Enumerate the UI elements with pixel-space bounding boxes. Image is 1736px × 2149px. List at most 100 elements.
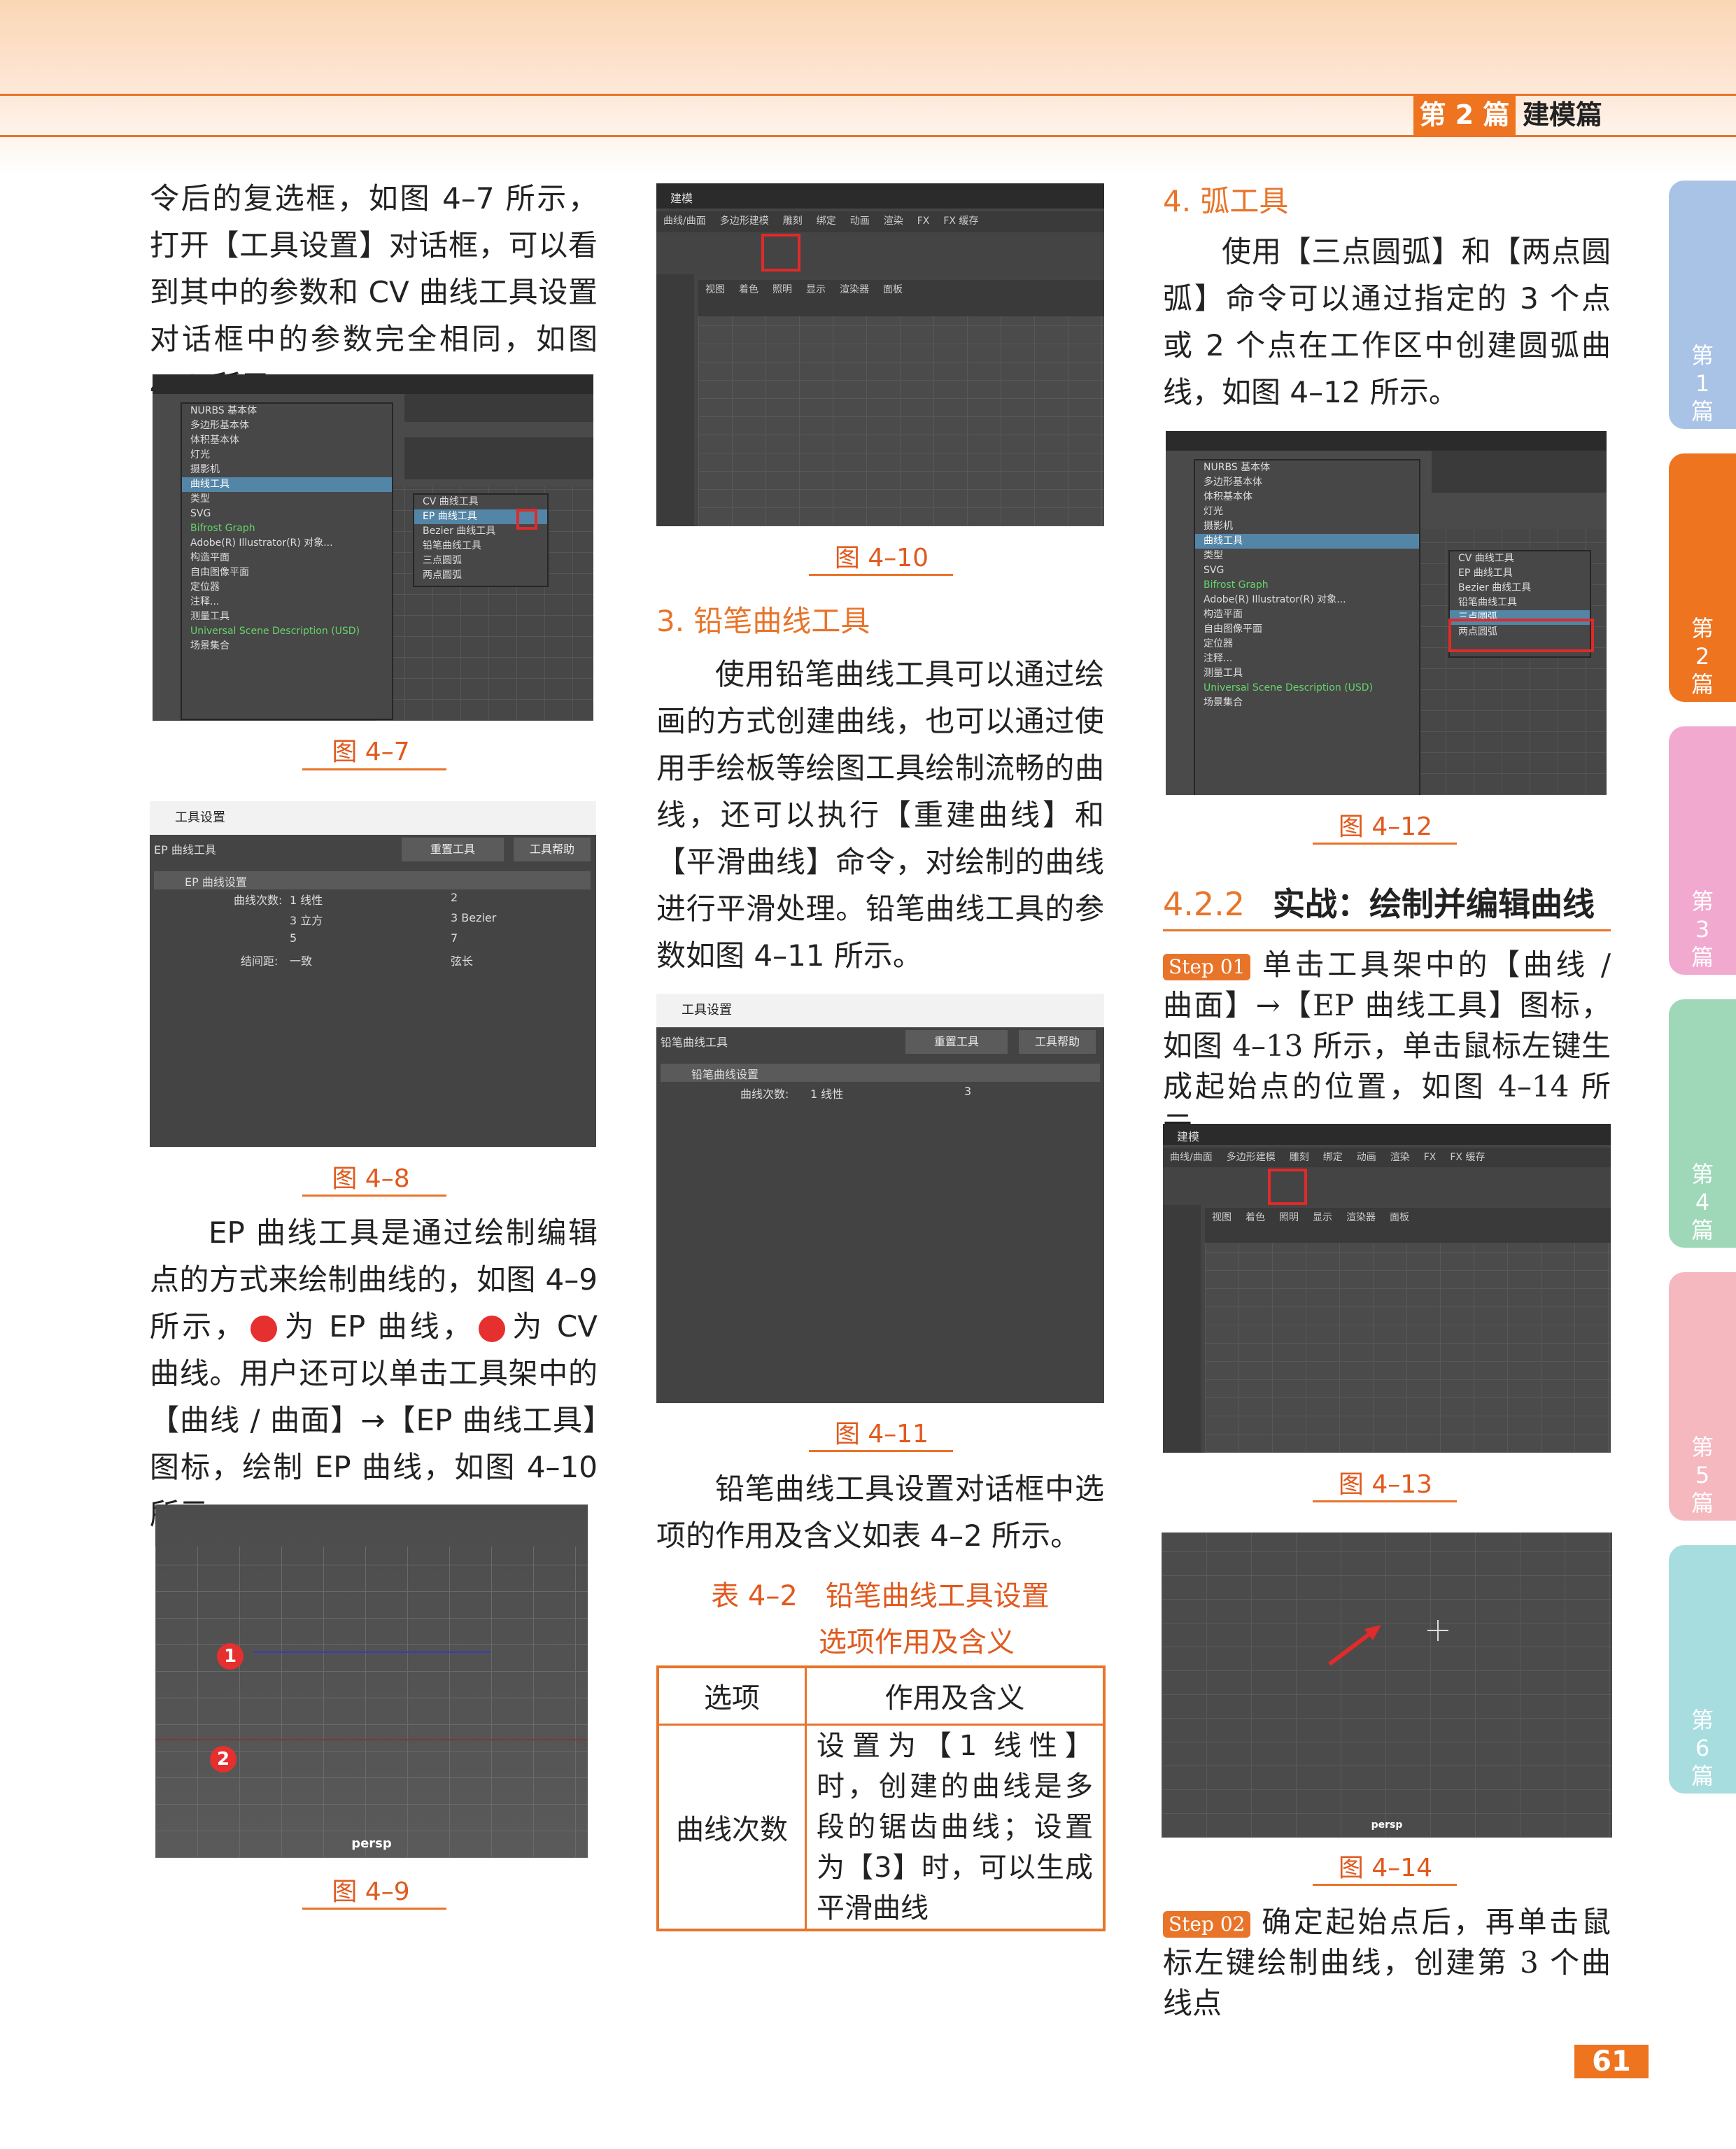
menu-item[interactable]: CV 曲线工具 xyxy=(1450,551,1590,566)
tool-help-button[interactable]: 工具帮助 xyxy=(514,838,591,861)
shelf-tab-8[interactable]: FX 缓存 xyxy=(1450,1152,1485,1163)
menu-item[interactable]: 场景集合 xyxy=(182,639,392,654)
menu-item[interactable]: 类型 xyxy=(1195,549,1419,563)
view-menu-item-6[interactable]: 面板 xyxy=(1390,1212,1409,1223)
tool-help-button-2[interactable]: 工具帮助 xyxy=(1019,1030,1096,1054)
menu-item[interactable]: 摄影机 xyxy=(1195,519,1419,534)
shelf-tab-1[interactable]: 曲线/曲面 xyxy=(663,216,706,227)
menu-item[interactable]: NURBS 基本体 xyxy=(1195,460,1419,475)
menu-item[interactable]: 测量工具 xyxy=(1195,666,1419,681)
shelf-tab-4[interactable]: 绑定 xyxy=(817,216,836,227)
options-table: 选项 作用及含义 曲线次数 设置为【1 线性】时，创建的曲线是多段的锯齿曲线；设… xyxy=(656,1665,1106,1931)
menu-item[interactable]: Universal Scene Description (USD) xyxy=(182,624,392,639)
figure-4-13: 建模 曲线/曲面 多边形建模 雕刻 绑定 动画 渲染 FX FX 缓存 视图 着色 照明 显示 渲染器… xyxy=(1163,1124,1611,1453)
menu-item[interactable]: 体积基本体 xyxy=(1195,490,1419,505)
step2-wrap: Step 02 确定起始点后，再单击鼠标左键绘制曲线，创建第 3 个曲线点 xyxy=(1163,1902,1611,2024)
shelf-tab-2[interactable]: 多边形建模 xyxy=(1227,1152,1276,1163)
view-menu-item-1[interactable]: 视图 xyxy=(1212,1212,1232,1223)
menu-item[interactable]: SVG xyxy=(1195,563,1419,578)
view-menu-item-3[interactable]: 照明 xyxy=(1279,1212,1299,1223)
menu-item[interactable]: NURBS 基本体 xyxy=(182,404,392,418)
degree-option-3[interactable]: 3 立方 xyxy=(290,911,323,928)
knot-option-2[interactable]: 弦长 xyxy=(451,952,473,968)
menu-item[interactable]: 定位器 xyxy=(182,580,392,595)
reset-tool-button-2[interactable]: 重置工具 xyxy=(905,1030,1008,1054)
col2-para2-wrap: 铅笔曲线工具设置对话框中选项的作用及含义如表 4–2 所示。 xyxy=(656,1465,1104,1559)
view-menu-item-4[interactable]: 显示 xyxy=(1313,1212,1332,1223)
menu-item[interactable]: Universal Scene Description (USD) xyxy=(1195,681,1419,696)
menu-item[interactable]: 多边形基本体 xyxy=(182,418,392,433)
menu-item[interactable]: Bezier 曲线工具 xyxy=(1450,581,1590,596)
degree-option-2[interactable]: 2 xyxy=(451,891,458,904)
menu-item[interactable]: 定位器 xyxy=(1195,637,1419,651)
view-menu-item-2[interactable]: 着色 xyxy=(1245,1212,1265,1223)
shelf-tab-7[interactable]: FX xyxy=(1424,1152,1437,1163)
table-cell-meaning: 设置为【1 线性】时，创建的曲线是多段的锯齿曲线；设置为【3】时，可以生成平滑曲… xyxy=(805,1723,1106,1931)
view-menu-item-5[interactable]: 渲染器 xyxy=(840,284,869,295)
menu-item[interactable]: 灯光 xyxy=(1195,505,1419,519)
shelf-tab-6[interactable]: 渲染 xyxy=(884,216,903,227)
side-tab-5: 第 5 篇 xyxy=(1669,1272,1736,1521)
reset-tool-button[interactable]: 重置工具 xyxy=(402,838,504,861)
knot-option-1[interactable]: 一致 xyxy=(290,952,312,968)
menu-item[interactable]: EP 曲线工具 xyxy=(1450,566,1590,581)
view-menu-item-6[interactable]: 面板 xyxy=(883,284,903,295)
shelf-tab-4[interactable]: 绑定 xyxy=(1323,1152,1343,1163)
step2: Step 02 确定起始点后，再单击鼠标左键绘制曲线，创建第 3 个曲线点 xyxy=(1163,1902,1611,2024)
menu-item[interactable]: CV 曲线工具 xyxy=(414,495,547,509)
shelf-tab-1[interactable]: 曲线/曲面 xyxy=(1170,1152,1213,1163)
menu-item[interactable]: Bifrost Graph xyxy=(1195,578,1419,593)
menu-item[interactable]: 铅笔曲线工具 xyxy=(1450,596,1590,610)
menu-item[interactable]: Bifrost Graph xyxy=(182,521,392,536)
shelf-tab-8[interactable]: FX 缓存 xyxy=(943,216,978,227)
shelf-tab-5[interactable]: 动画 xyxy=(1357,1152,1376,1163)
shelf-tab-7[interactable]: FX xyxy=(917,216,930,227)
figure-4-12: NURBS 基本体 多边形基本体 体积基本体 灯光 摄影机 曲线工具 类型 SVG Bifros… xyxy=(1166,431,1607,795)
menu-item[interactable]: 两点圆弧 xyxy=(414,568,547,583)
menu-item[interactable]: 构造平面 xyxy=(182,551,392,565)
menu-item[interactable]: 三点圆弧 xyxy=(414,554,547,568)
menu-item[interactable]: Adobe(R) Illustrator(R) 对象... xyxy=(182,536,392,551)
side-tab-2: 第 2 篇 xyxy=(1669,453,1736,702)
degree-option-6[interactable]: 7 xyxy=(451,931,458,945)
menu-item[interactable]: 铅笔曲线工具 xyxy=(414,539,547,554)
menu-item[interactable]: 场景集合 xyxy=(1195,696,1419,710)
menu-item[interactable]: 构造平面 xyxy=(1195,607,1419,622)
degree-option-4[interactable]: 3 Bezier xyxy=(451,911,496,924)
shelf-tab-2[interactable]: 多边形建模 xyxy=(720,216,769,227)
degree-option-1[interactable]: 1 线性 xyxy=(290,891,323,908)
menu-item[interactable]: 类型 xyxy=(182,492,392,507)
menu-item[interactable]: 自由图像平面 xyxy=(1195,622,1419,637)
view-menu-item-5[interactable]: 渲染器 xyxy=(1346,1212,1376,1223)
pencil-degree-3[interactable]: 3 xyxy=(964,1085,971,1098)
curve-degree-label: 曲线次数: xyxy=(234,894,283,907)
col2-para1: 使用铅笔曲线工具可以通过绘画的方式创建曲线，也可以通过使用手绘板等绘图工具绘制流… xyxy=(656,657,1104,973)
menu-item[interactable]: 注释... xyxy=(1195,651,1419,666)
shelf-tab-3[interactable]: 雕刻 xyxy=(783,216,803,227)
degree-option-5[interactable]: 5 xyxy=(290,931,297,945)
callout-2: 2 xyxy=(479,1315,550,1342)
menu-item[interactable]: Adobe(R) Illustrator(R) 对象... xyxy=(1195,593,1419,607)
view-menu-item-1[interactable]: 视图 xyxy=(705,284,725,295)
view-menu-item-2[interactable]: 着色 xyxy=(739,284,758,295)
menu-item[interactable]: 曲线工具 xyxy=(1195,534,1419,549)
menu-item[interactable]: 曲线工具 xyxy=(182,477,392,492)
pencil-degree-1[interactable]: 1 线性 xyxy=(810,1085,843,1101)
shelf-tab-3[interactable]: 雕刻 xyxy=(1290,1152,1309,1163)
fig413-caption: 图 4–13 xyxy=(1338,1470,1433,1499)
view-menu-item-3[interactable]: 照明 xyxy=(772,284,792,295)
menu-item[interactable]: 灯光 xyxy=(182,448,392,463)
marker-2: 2 xyxy=(210,1746,237,1773)
menu-item[interactable]: SVG xyxy=(182,507,392,521)
shelf-tab-5[interactable]: 动画 xyxy=(850,216,870,227)
menu-item[interactable]: 摄影机 xyxy=(182,463,392,477)
menu-item[interactable]: 多边形基本体 xyxy=(1195,475,1419,490)
view-menu-item-4[interactable]: 显示 xyxy=(806,284,826,295)
fig410-rule xyxy=(809,574,953,576)
menu-item[interactable]: 体积基本体 xyxy=(182,433,392,448)
menu-item[interactable]: 测量工具 xyxy=(182,610,392,624)
shelf-tabs-2: 曲线/曲面 多边形建模 雕刻 绑定 动画 渲染 FX FX 缓存 xyxy=(1163,1148,1611,1167)
shelf-tab-6[interactable]: 渲染 xyxy=(1390,1152,1410,1163)
menu-item[interactable]: 注释... xyxy=(182,595,392,610)
menu-item[interactable]: 自由图像平面 xyxy=(182,565,392,580)
